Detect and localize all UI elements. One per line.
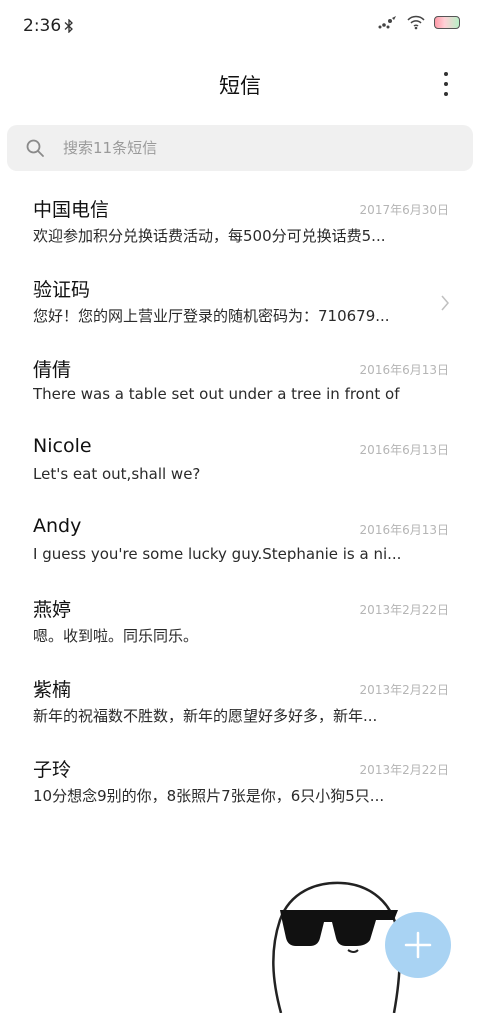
page-title: 短信	[219, 74, 261, 98]
message-preview: 欢迎参加积分兑换话费活动，每500分可兑换话费5...	[33, 227, 386, 245]
message-date: 2013年2月22日	[359, 763, 449, 777]
message-preview: 10分想念9别的你，8张照片7张是你，6只小狗5只...	[33, 787, 385, 805]
header: 短信	[0, 60, 480, 108]
message-preview: 嗯。收到啦。同乐同乐。	[33, 627, 199, 645]
message-preview: There was a table set out under a tree i…	[33, 385, 403, 403]
message-list: 中国电信 2017年6月30日 欢迎参加积分兑换话费活动，每500分可兑换话费5…	[0, 185, 480, 825]
message-date: 2013年2月22日	[359, 603, 449, 617]
wifi-icon	[407, 15, 425, 30]
more-vertical-icon	[444, 72, 448, 76]
message-date: 2017年6月30日	[359, 203, 449, 217]
contact-name: 验证码	[33, 279, 91, 301]
contact-name: 子玲	[33, 759, 72, 781]
status-icons	[378, 14, 460, 30]
message-preview: I guess you're some lucky guy.Stephanie …	[33, 545, 402, 563]
message-item[interactable]: 紫楠 2013年2月22日 新年的祝福数不胜数，新年的愿望好多好多，新年...	[0, 665, 480, 745]
search-input[interactable]	[61, 138, 445, 158]
plus-icon	[404, 931, 432, 959]
battery-icon	[434, 15, 460, 29]
contact-name: Andy	[33, 515, 82, 537]
search-icon	[26, 139, 44, 157]
search-bar[interactable]	[7, 125, 473, 171]
message-preview: 新年的祝福数不胜数，新年的愿望好多好多，新年...	[33, 707, 378, 725]
contact-name: Nicole	[33, 435, 92, 457]
message-preview: 您好！您的网上营业厅登录的随机密码为：710679...	[33, 307, 390, 325]
message-item[interactable]: 倩倩 2016年6月13日 There was a table set out …	[0, 345, 480, 425]
message-item[interactable]: 验证码 您好！您的网上营业厅登录的随机密码为：710679...	[0, 265, 480, 345]
message-item[interactable]: Nicole 2016年6月13日 Let's eat out,shall we…	[0, 425, 480, 505]
message-item[interactable]: 中国电信 2017年6月30日 欢迎参加积分兑换话费活动，每500分可兑换话费5…	[0, 185, 480, 265]
bluetooth-icon	[64, 19, 73, 33]
message-preview: Let's eat out,shall we?	[33, 465, 201, 483]
more-options-button[interactable]	[438, 72, 454, 96]
contact-name: 倩倩	[33, 359, 72, 381]
message-item[interactable]: Andy 2016年6月13日 I guess you're some luck…	[0, 505, 480, 585]
message-item[interactable]: 子玲 2013年2月22日 10分想念9别的你，8张照片7张是你，6只小狗5只.…	[0, 745, 480, 825]
signal-icon	[378, 16, 396, 29]
contact-name: 紫楠	[33, 679, 72, 701]
message-date: 2016年6月13日	[359, 443, 449, 457]
contact-name: 中国电信	[33, 199, 110, 221]
chevron-right-icon	[441, 295, 449, 311]
message-date: 2016年6月13日	[359, 363, 449, 377]
message-date: 2013年2月22日	[359, 683, 449, 697]
status-time: 2:36	[23, 16, 62, 36]
message-date: 2016年6月13日	[359, 523, 449, 537]
contact-name: 燕婷	[33, 599, 72, 621]
new-message-button[interactable]	[385, 912, 451, 978]
message-item[interactable]: 燕婷 2013年2月22日 嗯。收到啦。同乐同乐。	[0, 585, 480, 665]
status-bar: 2:36	[0, 0, 480, 52]
